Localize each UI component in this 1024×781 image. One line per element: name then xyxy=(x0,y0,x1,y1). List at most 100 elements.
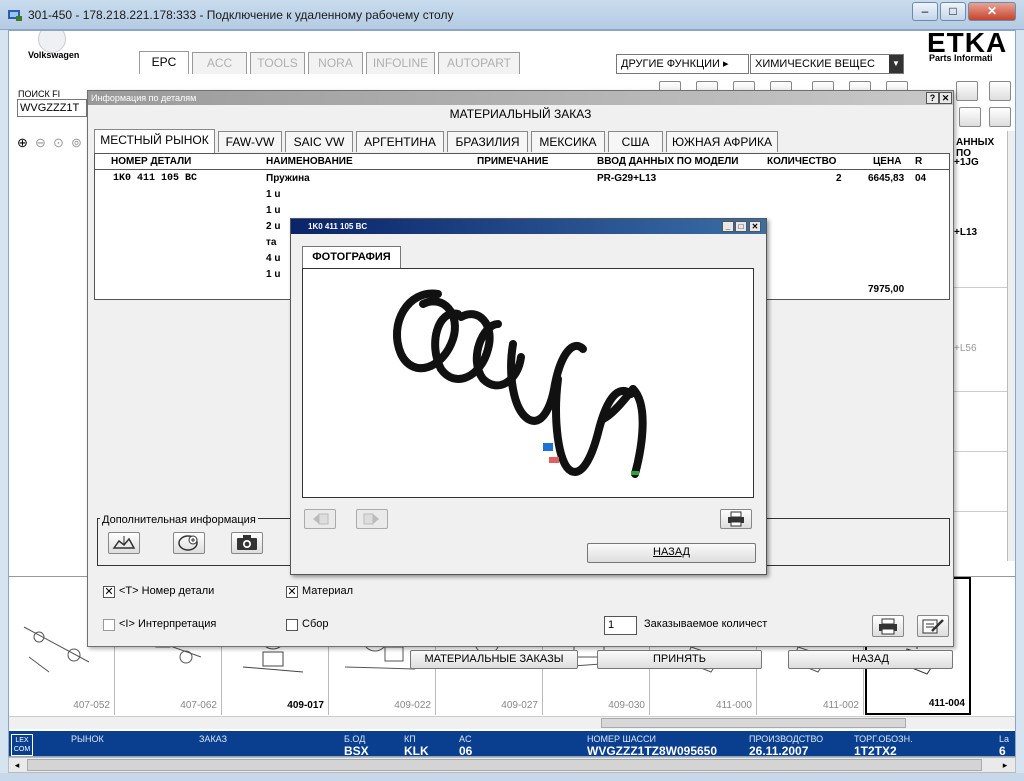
col-model: ВВОД ДАННЫХ ПО МОДЕЛИ xyxy=(597,156,739,167)
edit-icon[interactable] xyxy=(917,615,949,637)
back-button[interactable]: НАЗАД xyxy=(788,650,953,669)
tab-usa[interactable]: США xyxy=(608,131,663,152)
nav-icon[interactable] xyxy=(989,81,1011,101)
bg-cell: +1JG xyxy=(954,157,979,168)
cell-name-line: 1 u xyxy=(266,205,281,216)
vertical-scrollbar[interactable] xyxy=(1007,131,1015,561)
col-note: ПРИМЕЧАНИЕ xyxy=(477,156,549,167)
scroll-left-icon[interactable]: ◂ xyxy=(9,758,25,772)
status-bod-label: Б.ОД xyxy=(344,734,366,744)
checkbox-part-number-label: <T> Номер детали xyxy=(119,585,215,597)
status-production: 26.11.2007 xyxy=(749,744,809,757)
remote-desktop-area: Volkswagen EPC ACC TOOLS NORA INFOLINE A… xyxy=(8,30,1016,757)
nav-first-icon[interactable] xyxy=(956,81,978,101)
tab-nora[interactable]: NORA xyxy=(308,52,363,74)
tab-local-market[interactable]: МЕСТНЫЙ РЫНОК xyxy=(94,129,215,153)
remote-desktop-scrollbar[interactable]: ◂ ▸ xyxy=(8,757,1016,773)
next-photo-icon[interactable] xyxy=(356,509,388,529)
zoom-in-icon[interactable]: ⊕ xyxy=(17,135,28,151)
cell-name-line: 1 u xyxy=(266,189,281,200)
help-icon[interactable]: ? xyxy=(926,92,939,104)
tab-tools[interactable]: TOOLS xyxy=(250,52,305,74)
status-extra: 6 xyxy=(999,744,1006,757)
zoom-reset-icon[interactable]: ⊚ xyxy=(71,135,82,151)
checkbox-assembly-label: Сбор xyxy=(302,618,329,630)
tab-infoline[interactable]: INFOLINE xyxy=(366,52,435,74)
cell-name: Пружина xyxy=(266,173,310,184)
lexcom-logo-icon: LEX COM xyxy=(11,734,33,756)
checkbox-part-number[interactable]: ✕ xyxy=(103,586,115,598)
status-kp-label: КП xyxy=(404,734,416,744)
checkbox-assembly[interactable] xyxy=(286,619,298,631)
maximize-button[interactable]: □ xyxy=(940,2,966,21)
status-production-label: ПРОИЗВОДСТВО xyxy=(749,734,824,744)
additional-info-label: Дополнительная информация xyxy=(100,514,258,526)
chemicals-value: ХИМИЧЕСКИЕ ВЕЩЕС xyxy=(755,58,875,70)
window-bottom-border xyxy=(0,773,1024,781)
cell-r: 04 xyxy=(915,173,927,184)
cell-part-number[interactable]: 1K0 411 105 BC xyxy=(113,173,197,184)
photo-back-button[interactable]: НАЗАД xyxy=(587,543,756,563)
col-r: R xyxy=(915,156,923,167)
dialog-header: МАТЕРИАЛЬНЫЙ ЗАКАЗ xyxy=(449,107,592,121)
material-orders-button[interactable]: МАТЕРИАЛЬНЫЕ ЗАКАЗЫ xyxy=(410,650,578,669)
photo-dialog-title: 1K0 411 105 BC xyxy=(291,219,766,234)
etka-subtitle: Parts Informati xyxy=(929,53,993,63)
nav-icon[interactable] xyxy=(959,107,981,127)
tab-acc[interactable]: ACC xyxy=(192,52,247,74)
scrollbar-thumb[interactable] xyxy=(601,718,906,728)
minimize-icon[interactable]: _ xyxy=(722,221,734,232)
tab-saic-vw[interactable]: SAIC VW xyxy=(285,131,353,152)
print-icon[interactable] xyxy=(872,615,904,637)
window-title: 301-450 - 178.218.221.178:333 - Подключе… xyxy=(28,8,454,22)
other-functions-menu[interactable]: ДРУГИЕ ФУНКЦИИ ▸ xyxy=(616,54,749,74)
close-icon[interactable]: ✕ xyxy=(939,92,952,104)
checkbox-material[interactable]: ✕ xyxy=(286,586,298,598)
checkbox-material-label: Материал xyxy=(302,585,353,597)
maximize-icon[interactable]: □ xyxy=(735,221,747,232)
zoom-fit-icon[interactable]: ⊙ xyxy=(53,135,64,151)
tab-brazil[interactable]: БРАЗИЛИЯ xyxy=(447,131,528,152)
col-name: НАИМЕНОВАНИЕ xyxy=(266,156,353,167)
bg-cell: +L13 xyxy=(954,227,978,238)
chemicals-select[interactable]: ХИМИЧЕСКИЕ ВЕЩЕС ▼ xyxy=(750,54,904,74)
tab-autopart[interactable]: AUTOPART xyxy=(438,52,520,74)
col-qty: КОЛИЧЕСТВО xyxy=(767,156,837,167)
bg-column-header: АННЫХ ПО xyxy=(956,137,995,159)
status-kp: KLK xyxy=(404,744,429,757)
remote-desktop-icon xyxy=(8,10,22,21)
search-input[interactable]: WVGZZZ1T xyxy=(17,99,87,117)
status-ac: 06 xyxy=(459,744,473,757)
print-icon[interactable] xyxy=(720,509,752,529)
status-trade-label: ТОРГ.ОБОЗН. xyxy=(854,734,913,744)
order-quantity-input[interactable]: 1 xyxy=(604,616,637,635)
prev-photo-icon[interactable] xyxy=(304,509,336,529)
camera-icon[interactable] xyxy=(231,532,263,554)
minimize-button[interactable]: – xyxy=(912,2,938,21)
tab-photo[interactable]: ФОТОГРАФИЯ xyxy=(302,246,401,268)
tab-south-africa[interactable]: ЮЖНАЯ АФРИКА xyxy=(666,131,778,152)
zoom-add-icon[interactable] xyxy=(173,532,205,554)
nav-icon[interactable] xyxy=(989,107,1011,127)
col-part-number: НОМЕР ДЕТАЛИ xyxy=(111,156,192,167)
zoom-out-icon[interactable]: ⊖ xyxy=(35,135,46,151)
tab-mexico[interactable]: МЕКСИКА xyxy=(531,131,605,152)
status-trade: 1T2TX2 xyxy=(854,744,897,757)
scroll-right-icon[interactable]: ▸ xyxy=(997,758,1013,772)
tab-argentina[interactable]: АРГЕНТИНА xyxy=(356,131,444,152)
cell-price: 6645,83 xyxy=(868,173,905,184)
cell-model: PR-G29+L13 xyxy=(597,173,657,184)
checkbox-interpretation[interactable] xyxy=(103,619,115,631)
scrollbar-thumb[interactable] xyxy=(27,759,982,771)
status-order-label: ЗАКАЗ xyxy=(199,734,228,744)
part-photo xyxy=(302,268,754,498)
chevron-down-icon[interactable]: ▼ xyxy=(889,55,903,73)
tab-epc[interactable]: EPC xyxy=(139,51,189,74)
order-quantity-label: Заказываемое количест xyxy=(644,618,768,630)
accept-button[interactable]: ПРИНЯТЬ xyxy=(597,650,762,669)
scale-icon[interactable] xyxy=(108,532,140,554)
tab-faw-vw[interactable]: FAW-VW xyxy=(218,131,282,152)
background-grid-column: АННЫХ ПО +1JG +L13 +L56 xyxy=(947,131,1008,561)
close-button[interactable]: ✕ xyxy=(968,2,1016,21)
close-icon[interactable]: ✕ xyxy=(749,221,761,232)
